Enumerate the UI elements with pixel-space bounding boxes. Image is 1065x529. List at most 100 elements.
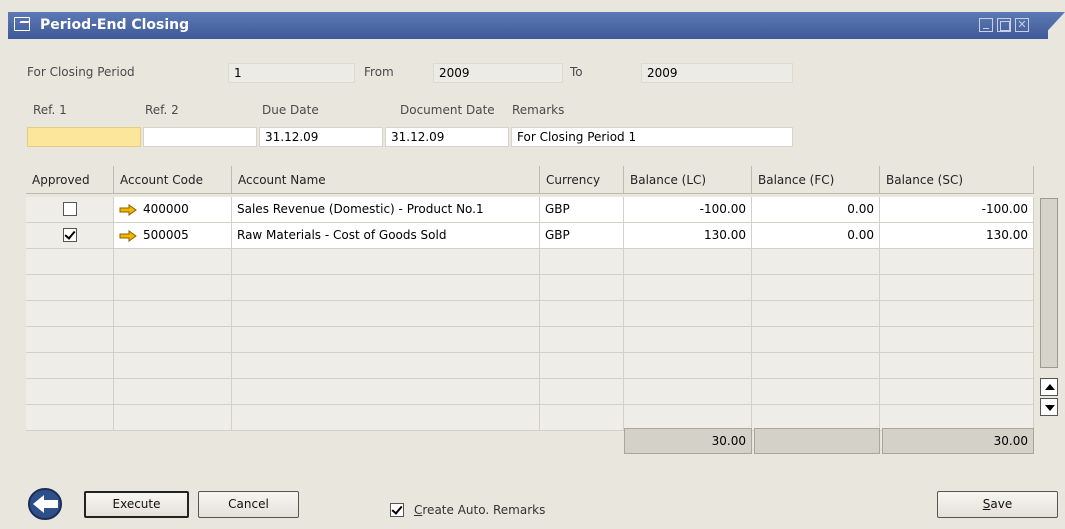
column-header-currency[interactable]: Currency <box>540 166 624 194</box>
empty-cell[interactable] <box>26 379 114 405</box>
currency-cell: GBP <box>540 223 624 249</box>
document-date-field[interactable]: 31.12.09 <box>385 127 509 147</box>
empty-cell[interactable] <box>624 249 752 275</box>
empty-cell[interactable] <box>232 405 540 431</box>
empty-cell[interactable] <box>26 249 114 275</box>
account-code-cell[interactable]: 500005 <box>114 223 232 249</box>
empty-cell[interactable] <box>752 353 880 379</box>
due-date-field[interactable]: 31.12.09 <box>259 127 383 147</box>
empty-cell[interactable] <box>752 379 880 405</box>
empty-cell[interactable] <box>880 327 1034 353</box>
empty-cell[interactable] <box>540 405 624 431</box>
empty-cell[interactable] <box>880 275 1034 301</box>
empty-cell[interactable] <box>232 379 540 405</box>
empty-cell[interactable] <box>232 301 540 327</box>
empty-cell[interactable] <box>624 327 752 353</box>
account-name-cell: Raw Materials - Cost of Goods Sold <box>232 223 540 249</box>
empty-cell[interactable] <box>880 353 1034 379</box>
save-button[interactable]: Save <box>937 491 1058 518</box>
remarks-label: Remarks <box>512 103 565 117</box>
empty-cell[interactable] <box>880 249 1034 275</box>
balance-sc-cell: 130.00 <box>880 223 1034 249</box>
empty-cell[interactable] <box>232 353 540 379</box>
empty-cell[interactable] <box>26 275 114 301</box>
empty-cell[interactable] <box>540 379 624 405</box>
title-bar: Period-End Closing ✕ <box>0 0 1065 39</box>
empty-cell[interactable] <box>624 301 752 327</box>
back-arrow-icon[interactable] <box>27 488 67 520</box>
vertical-scrollbar[interactable] <box>1039 196 1059 424</box>
empty-cell[interactable] <box>26 405 114 431</box>
cancel-button[interactable]: Cancel <box>198 491 299 518</box>
empty-cell[interactable] <box>232 327 540 353</box>
account-code-cell[interactable]: 400000 <box>114 197 232 223</box>
account-name-cell: Sales Revenue (Domestic) - Product No.1 <box>232 197 540 223</box>
empty-cell[interactable] <box>26 353 114 379</box>
approved-checkbox[interactable] <box>63 202 77 216</box>
closing-period-field[interactable]: 1 <box>228 63 355 83</box>
balance-sc-cell: -100.00 <box>880 197 1034 223</box>
empty-cell[interactable] <box>232 275 540 301</box>
save-text: ave <box>990 497 1013 511</box>
execute-button[interactable]: Execute <box>84 491 189 518</box>
ref1-field[interactable] <box>27 127 141 147</box>
to-label: To <box>570 65 583 79</box>
empty-cell[interactable] <box>26 301 114 327</box>
create-auto-remarks-label[interactable]: Create Auto. Remarks <box>414 503 545 517</box>
maximize-icon[interactable] <box>997 18 1011 32</box>
link-arrow-icon[interactable] <box>119 229 137 242</box>
remarks-field[interactable]: For Closing Period 1 <box>511 127 793 147</box>
create-auto-remarks-checkbox[interactable] <box>390 503 404 517</box>
empty-cell[interactable] <box>114 405 232 431</box>
total-balance-sc: 30.00 <box>882 428 1034 454</box>
empty-cell[interactable] <box>880 301 1034 327</box>
empty-cell[interactable] <box>624 275 752 301</box>
link-arrow-icon[interactable] <box>119 203 137 216</box>
scrollbar-thumb[interactable] <box>1040 198 1058 368</box>
from-field[interactable]: 2009 <box>433 63 563 83</box>
empty-cell[interactable] <box>880 379 1034 405</box>
empty-cell[interactable] <box>624 379 752 405</box>
empty-cell[interactable] <box>114 249 232 275</box>
empty-cell[interactable] <box>752 327 880 353</box>
ref2-field[interactable] <box>143 127 257 147</box>
empty-cell[interactable] <box>114 301 232 327</box>
empty-cell[interactable] <box>540 301 624 327</box>
empty-cell[interactable] <box>540 327 624 353</box>
column-header-balance-sc[interactable]: Balance (SC) <box>880 166 1034 194</box>
approved-cell[interactable] <box>26 223 114 249</box>
from-label: From <box>364 65 394 79</box>
create-auto-remarks-text: reate Auto. Remarks <box>422 503 546 517</box>
total-balance-lc: 30.00 <box>624 428 752 454</box>
scroll-down-icon[interactable] <box>1040 398 1058 416</box>
ref2-label: Ref. 2 <box>145 103 179 117</box>
close-icon[interactable]: ✕ <box>1015 18 1029 32</box>
empty-cell[interactable] <box>752 301 880 327</box>
approved-cell[interactable] <box>26 197 114 223</box>
empty-cell[interactable] <box>114 275 232 301</box>
column-header-account-code[interactable]: Account Code <box>114 166 232 194</box>
empty-cell[interactable] <box>752 275 880 301</box>
empty-cell[interactable] <box>114 327 232 353</box>
empty-cell[interactable] <box>232 249 540 275</box>
empty-cell[interactable] <box>540 249 624 275</box>
minimize-icon[interactable] <box>979 18 993 32</box>
balance-fc-cell: 0.00 <box>752 197 880 223</box>
to-field[interactable]: 2009 <box>641 63 793 83</box>
empty-cell[interactable] <box>752 249 880 275</box>
account-code: 500005 <box>143 228 189 242</box>
empty-cell[interactable] <box>540 353 624 379</box>
empty-cell[interactable] <box>26 327 114 353</box>
account-code: 400000 <box>143 202 189 216</box>
column-header-balance-fc[interactable]: Balance (FC) <box>752 166 880 194</box>
empty-cell[interactable] <box>624 353 752 379</box>
column-header-account-name[interactable]: Account Name <box>232 166 540 194</box>
empty-cell[interactable] <box>540 275 624 301</box>
column-header-balance-lc[interactable]: Balance (LC) <box>624 166 752 194</box>
ref1-label: Ref. 1 <box>33 103 67 117</box>
column-header-approved[interactable]: Approved <box>26 166 114 194</box>
empty-cell[interactable] <box>114 379 232 405</box>
scroll-up-icon[interactable] <box>1040 378 1058 396</box>
empty-cell[interactable] <box>114 353 232 379</box>
approved-checkbox[interactable] <box>63 228 77 242</box>
